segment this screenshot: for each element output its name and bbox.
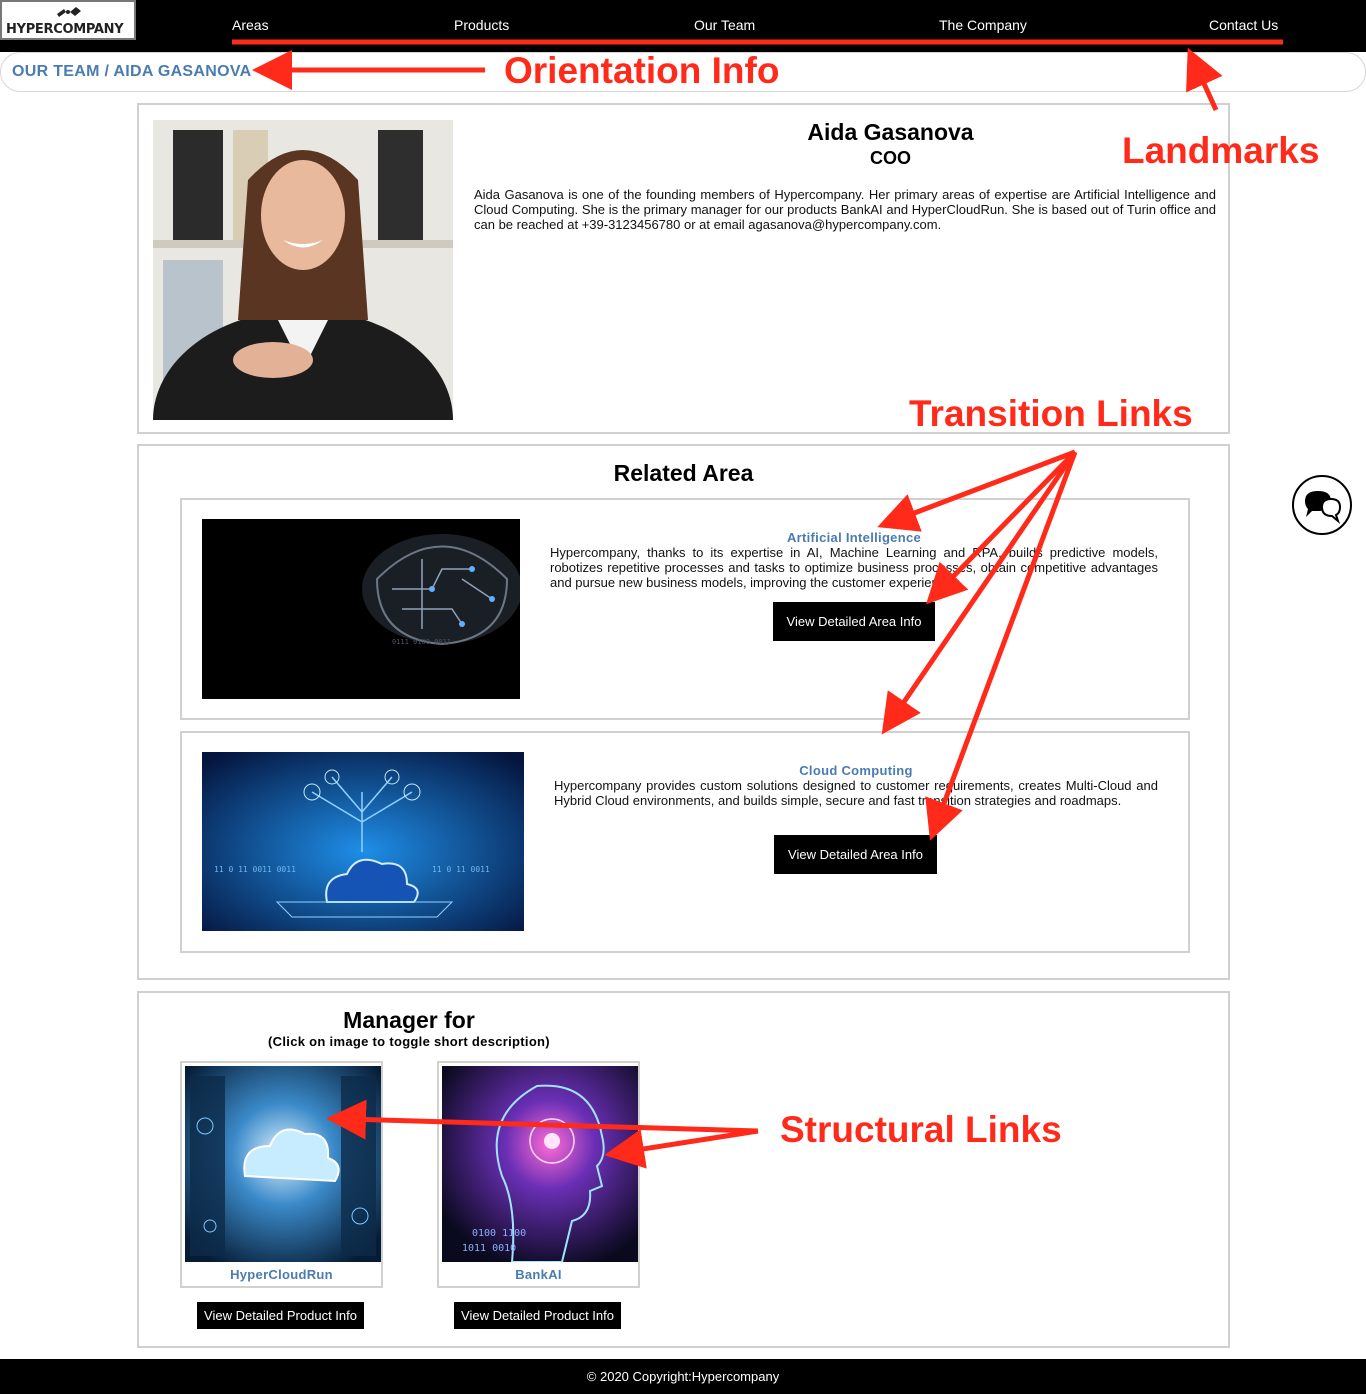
chat-icon: [1305, 491, 1342, 525]
svg-text:0111 0100 0011: 0111 0100 0011: [392, 638, 451, 646]
nav-contact-us[interactable]: Contact Us: [1209, 17, 1278, 33]
annotation-structural-links: Structural Links: [780, 1109, 1062, 1150]
related-area-title: Related Area: [613, 460, 754, 486]
nav-products[interactable]: Products: [454, 17, 509, 33]
area-card-cloud: 11 0 11 0011 0011 11 0 11 0011 Cloud Com…: [180, 731, 1190, 953]
cloud-area-image[interactable]: 11 0 11 0011 0011 11 0 11 0011: [202, 752, 524, 931]
bankai-image[interactable]: 0100 1100 1011 0010: [442, 1066, 638, 1262]
manager-for-subtitle: (Click on image to toggle short descript…: [268, 1034, 550, 1049]
hypercloudrun-name[interactable]: HyperCloudRun: [182, 1267, 381, 1282]
top-navigation-bar: HYPERCOMPANY Areas Products Our Team The…: [0, 0, 1366, 52]
profile-panel: Aida Gasanova COO Aida Gasanova is one o…: [137, 103, 1230, 434]
ai-area-description: Hypercompany, thanks to its expertise in…: [550, 545, 1158, 590]
hypercloudrun-view-product-button[interactable]: View Detailed Product Info: [197, 1302, 364, 1329]
ai-area-image[interactable]: 0111 0100 0011: [202, 519, 520, 699]
logo-icon: [57, 7, 81, 17]
manager-for-title: Manager for: [343, 1007, 475, 1033]
nav-areas[interactable]: Areas: [232, 17, 269, 33]
annotation-landmarks: Landmarks: [1122, 130, 1320, 171]
svg-text:0100 1100: 0100 1100: [472, 1228, 526, 1239]
product-card-bankai[interactable]: 0100 1100 1011 0010 BankAI: [437, 1061, 640, 1288]
annotation-transition-links: Transition Links: [909, 393, 1193, 434]
cloud-view-area-button[interactable]: View Detailed Area Info: [774, 835, 937, 874]
nav-our-team[interactable]: Our Team: [694, 17, 755, 33]
copyright-text: © 2020 Copyright:Hypercompany: [586, 1369, 780, 1384]
ai-view-area-button[interactable]: View Detailed Area Info: [773, 602, 935, 641]
company-logo[interactable]: HYPERCOMPANY: [0, 0, 136, 40]
breadcrumb[interactable]: OUR TEAM / AIDA GASANOVA: [12, 63, 252, 81]
nav-the-company[interactable]: The Company: [939, 17, 1027, 33]
footer: © 2020 Copyright:Hypercompany: [0, 1359, 1366, 1394]
ai-area-title[interactable]: Artificial Intelligence: [550, 530, 1158, 545]
svg-text:11 0 11 0011 0011: 11 0 11 0011 0011: [214, 865, 296, 874]
area-card-ai: 0111 0100 0011 Artificial Intelligence H…: [180, 498, 1190, 720]
manager-for-panel: Manager for (Click on image to toggle sh…: [137, 991, 1230, 1348]
svg-text:1011 0010: 1011 0010: [462, 1243, 516, 1254]
profile-name: Aida Gasanova: [807, 119, 974, 145]
related-area-panel: Related Area 0111 0100 0011 Artificial I…: [137, 444, 1230, 980]
chat-button[interactable]: [1292, 475, 1352, 535]
bankai-view-product-button[interactable]: View Detailed Product Info: [454, 1302, 621, 1329]
cloud-area-title[interactable]: Cloud Computing: [554, 763, 1158, 778]
profile-role: COO: [869, 148, 911, 168]
cloud-area-description: Hypercompany provides custom solutions d…: [554, 778, 1158, 808]
product-card-hypercloudrun[interactable]: HyperCloudRun: [180, 1061, 383, 1288]
svg-text:11 0 11 0011: 11 0 11 0011: [432, 865, 490, 874]
profile-bio: Aida Gasanova is one of the founding mem…: [474, 187, 1216, 232]
hypercloudrun-image[interactable]: [185, 1066, 381, 1262]
logo-text: HYPERCOMPANY: [6, 22, 124, 37]
bankai-name[interactable]: BankAI: [439, 1267, 638, 1282]
annotation-orientation-info: Orientation Info: [504, 50, 780, 91]
